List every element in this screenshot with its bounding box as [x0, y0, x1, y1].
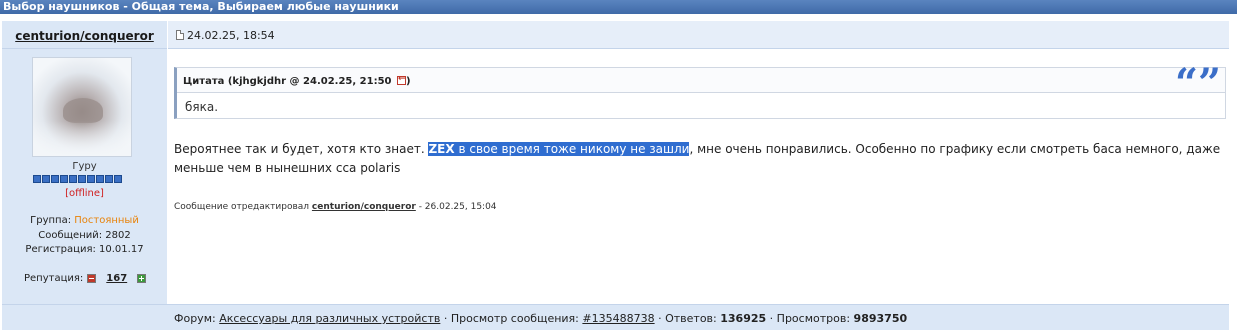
author-username-link[interactable]: centurion/conqueror	[2, 29, 167, 43]
avatar-mist	[33, 121, 131, 156]
user-group: Группа: Постоянный	[2, 215, 167, 226]
window-title: Выбор наушников - Общая тема, Выбираем л…	[0, 0, 1237, 14]
online-status: [offline]	[65, 188, 104, 199]
footer-replies-value: 136925	[720, 312, 767, 325]
avatar-figure	[63, 98, 103, 123]
quote-marks-icon: “”	[1174, 60, 1221, 107]
quote-title-text: Цитата (kjhgkjdhr @ 24.02.25, 21:50	[183, 76, 392, 87]
rank-pip	[60, 175, 68, 183]
post-header: 24.02.25, 18:54	[168, 21, 1229, 49]
edited-by-link[interactable]: centurion/conqueror	[312, 202, 416, 212]
reputation: Репутация: 167	[24, 273, 147, 284]
quote-block: Цитата (kjhgkjdhr @ 24.02.25, 21:50 ) “”…	[174, 64, 1226, 119]
selected-text: ZEX в свое время тоже никому не зашли	[428, 142, 690, 156]
footer-text: Форум: Аксессуары для различных устройст…	[174, 312, 907, 325]
footer-view-link[interactable]: #135488738	[582, 312, 654, 325]
footer-view-label: · Просмотр сообщения:	[440, 312, 583, 325]
rank-pip	[87, 175, 95, 183]
footer-views-label: · Просмотров:	[766, 312, 854, 325]
user-registered: Регистрация: 10.01.17	[25, 244, 144, 255]
document-icon	[176, 30, 184, 40]
post-footer: Форум: Аксессуары для различных устройст…	[2, 304, 1229, 330]
quote-source-arrow-icon[interactable]	[396, 74, 406, 85]
footer-forum-label: Форум:	[174, 312, 220, 325]
user-rank: Гуру	[72, 161, 97, 172]
edited-note: Сообщение отредактировал centurion/conqu…	[174, 202, 497, 212]
reputation-value[interactable]: 167	[106, 273, 127, 284]
rank-pip	[114, 175, 122, 183]
rank-pip	[105, 175, 113, 183]
quote-title: Цитата (kjhgkjdhr @ 24.02.25, 21:50 )	[183, 74, 411, 87]
group-label: Группа:	[30, 215, 75, 226]
reputation-label: Репутация:	[24, 273, 84, 284]
quote-text: бяка.	[185, 100, 219, 114]
footer-forum-link[interactable]: Аксессуары для различных устройств	[219, 312, 440, 325]
rank-pips	[33, 175, 122, 185]
edited-suffix: - 26.02.25, 15:04	[415, 202, 497, 212]
edited-prefix: Сообщение отредактировал	[174, 202, 312, 212]
quote-header: Цитата (kjhgkjdhr @ 24.02.25, 21:50 ) “”	[177, 64, 1225, 104]
selected-rest: в свое время тоже никому не зашли	[454, 142, 690, 156]
footer-replies-label: · Ответов:	[654, 312, 721, 325]
quote-title-close: )	[405, 76, 411, 87]
group-value: Постоянный	[74, 215, 139, 226]
rank-pip	[51, 175, 59, 183]
author-header: centurion/conqueror	[2, 21, 167, 49]
rank-pip	[96, 175, 104, 183]
selected-bold: ZEX	[428, 142, 455, 156]
avatar[interactable]	[32, 57, 132, 157]
rank-pip	[42, 175, 50, 183]
rep-plus-icon[interactable]	[137, 274, 147, 283]
rank-pip	[78, 175, 86, 183]
footer-views-value: 9893750	[853, 312, 908, 325]
post-date-text: 24.02.25, 18:54	[187, 29, 275, 42]
rank-pip	[69, 175, 77, 183]
post-message: Вероятнее так и будет, хотя кто знает. Z…	[174, 140, 1224, 178]
rank-pip	[33, 175, 41, 183]
rep-minus-icon[interactable]	[87, 274, 97, 283]
post-date: 24.02.25, 18:54	[176, 29, 275, 42]
user-messages: Сообщений: 2802	[38, 230, 131, 241]
post-text-before: Вероятнее так и будет, хотя кто знает.	[174, 142, 429, 156]
